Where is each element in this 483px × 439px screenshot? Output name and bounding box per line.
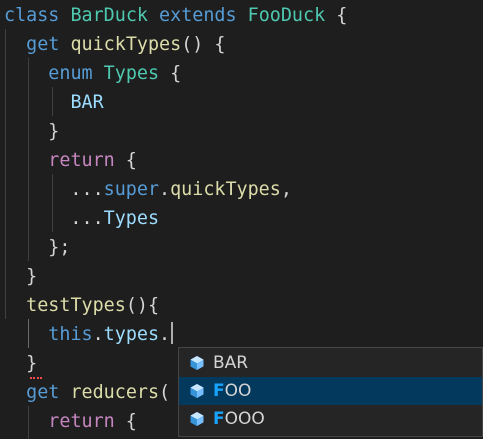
- code-token: quickTypes: [70, 34, 182, 55]
- enum-member-icon: [190, 384, 204, 398]
- code-token: {: [114, 411, 137, 432]
- code-token: enum: [48, 63, 93, 84]
- text-cursor: [171, 322, 174, 344]
- code-line: }: [4, 117, 59, 146]
- code-line: ...Types: [4, 204, 159, 233]
- code-line: return {: [4, 146, 137, 175]
- suggestion-rest: BAR: [213, 353, 249, 373]
- code-token: () {: [181, 34, 226, 55]
- code-token: }: [4, 353, 38, 374]
- code-token: BAR: [70, 92, 104, 113]
- code-token: ,: [280, 179, 292, 200]
- code-token: FooDuck: [247, 5, 326, 26]
- code-token: return: [48, 411, 115, 432]
- code-token: extends: [159, 5, 237, 26]
- suggestion-match: F: [213, 381, 225, 401]
- code-token: reducers: [70, 382, 160, 403]
- code-token: .: [159, 324, 171, 345]
- code-token: ...: [4, 179, 104, 200]
- code-line: }: [4, 349, 42, 379]
- code-line: ...super.quickTypes,: [4, 175, 292, 204]
- code-token: {: [159, 63, 182, 84]
- code-token: }: [4, 121, 60, 142]
- code-token: };: [4, 237, 71, 258]
- code-line: }: [4, 262, 37, 291]
- suggestion-widget[interactable]: BAR FOO FOOO: [178, 347, 483, 437]
- code-line: get reducers(: [4, 378, 170, 407]
- code-token: types: [103, 324, 160, 345]
- enum-member-icon: [190, 412, 204, 426]
- suggestion-item[interactable]: FOOO: [179, 405, 482, 433]
- code-token: (: [159, 382, 171, 403]
- code-token: class: [4, 5, 60, 26]
- code-line: };: [4, 233, 70, 262]
- code-line: BAR: [4, 88, 104, 117]
- suggestion-item[interactable]: BAR: [179, 349, 482, 377]
- code-token: get: [26, 382, 60, 403]
- code-token: (){: [125, 295, 160, 316]
- code-token: Types: [103, 208, 160, 229]
- code-token: quickTypes: [170, 179, 281, 200]
- suggestion-label: FOOO: [213, 405, 265, 433]
- suggestion-rest: OO: [224, 381, 252, 401]
- suggestion-match: F: [213, 409, 225, 429]
- code-line: this.types.: [4, 320, 174, 349]
- code-token: this: [48, 324, 93, 345]
- suggestion-rest: OOO: [224, 409, 265, 429]
- code-line: testTypes(){: [4, 291, 159, 320]
- code-token: return: [48, 150, 115, 171]
- enum-member-icon: [190, 356, 204, 370]
- suggestion-label: FOO: [213, 377, 251, 405]
- suggestion-item[interactable]: FOO: [179, 377, 482, 405]
- suggestion-label: BAR: [213, 349, 248, 377]
- code-line: class BarDuck extends FooDuck {: [4, 1, 347, 30]
- code-token: .: [92, 324, 104, 345]
- code-token: super: [103, 179, 160, 200]
- code-line: get quickTypes() {: [4, 30, 225, 59]
- code-line: enum Types {: [4, 59, 181, 88]
- code-token: testTypes: [26, 295, 126, 316]
- code-token: }: [4, 266, 38, 287]
- code-line: return {: [4, 407, 137, 436]
- code-token: BarDuck: [70, 5, 148, 26]
- code-token: {: [325, 5, 348, 26]
- code-token: .: [159, 179, 171, 200]
- code-token: get: [26, 34, 60, 55]
- code-token: Types: [103, 63, 160, 84]
- code-token: {: [114, 150, 137, 171]
- code-token: ...: [4, 208, 104, 229]
